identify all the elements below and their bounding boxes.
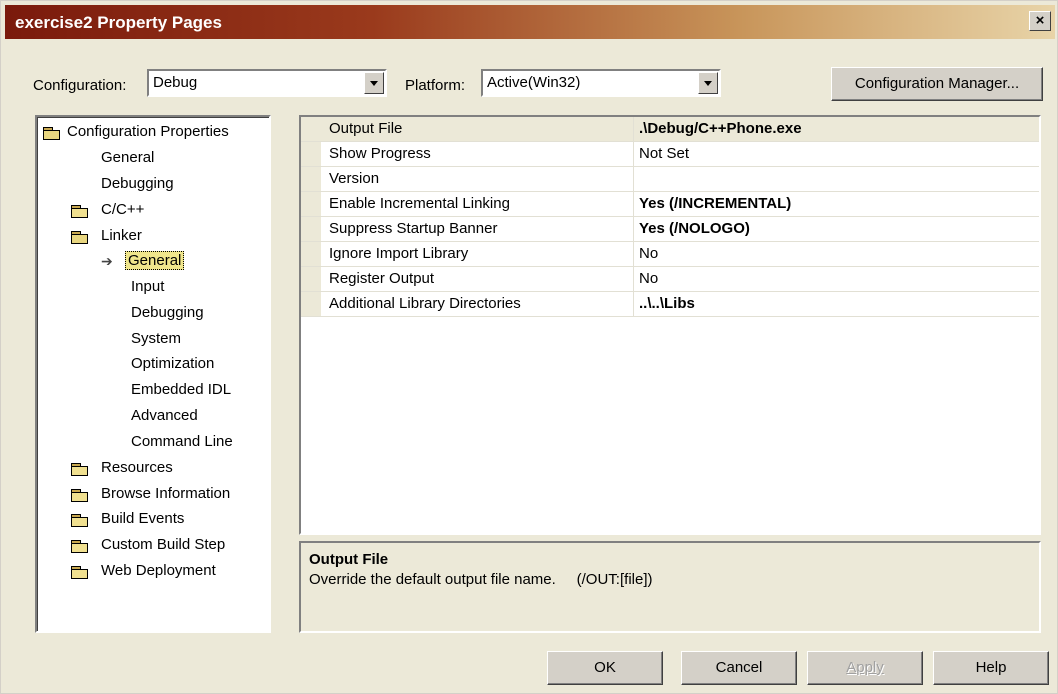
- property-value[interactable]: Not Set: [639, 145, 689, 162]
- property-row[interactable]: Register Output No: [301, 267, 1039, 292]
- tree-item-linker-debugging[interactable]: Debugging: [131, 304, 204, 321]
- tree-item-configuration-properties[interactable]: Configuration Properties: [67, 123, 229, 140]
- description-text: Override the default output file name. (…: [309, 571, 653, 588]
- help-label: Help: [975, 659, 1007, 676]
- close-button[interactable]: ×: [1029, 11, 1051, 31]
- apply-label: Apply: [846, 659, 884, 676]
- cancel-button[interactable]: Cancel: [681, 651, 797, 685]
- property-name: Output File: [329, 120, 403, 137]
- property-row[interactable]: Suppress Startup Banner Yes (/NOLOGO): [301, 217, 1039, 242]
- configuration-label: Configuration:: [33, 77, 127, 94]
- tree-item-cpp[interactable]: C/C++: [101, 201, 144, 218]
- configuration-select[interactable]: Debug: [147, 69, 387, 97]
- property-name: Version: [329, 170, 380, 187]
- folder-open-icon: [43, 127, 61, 140]
- tree-item-advanced[interactable]: Advanced: [131, 407, 198, 424]
- tree-item-linker[interactable]: Linker: [101, 227, 142, 244]
- property-name: Suppress Startup Banner: [329, 220, 498, 237]
- configuration-manager-button[interactable]: Configuration Manager...: [831, 67, 1043, 101]
- tree-item-input[interactable]: Input: [131, 278, 164, 295]
- property-name: Enable Incremental Linking: [329, 195, 510, 212]
- tree-item-optimization[interactable]: Optimization: [131, 355, 214, 372]
- folder-icon: [71, 514, 89, 527]
- property-pages-dialog: exercise2 Property Pages × Configuration…: [0, 0, 1058, 694]
- tree-item-resources[interactable]: Resources: [101, 459, 173, 476]
- property-value[interactable]: .\Debug/C++Phone.exe: [639, 120, 802, 137]
- arrow-right-icon: ➔: [101, 253, 113, 269]
- cancel-label: Cancel: [715, 659, 763, 676]
- title-bar[interactable]: exercise2 Property Pages ×: [5, 5, 1055, 39]
- property-value[interactable]: Yes (/INCREMENTAL): [639, 195, 791, 212]
- property-name: Show Progress: [329, 145, 431, 162]
- folder-icon: [71, 540, 89, 553]
- property-row[interactable]: Ignore Import Library No: [301, 242, 1039, 267]
- tree-item-custom-build-step[interactable]: Custom Build Step: [101, 536, 225, 553]
- chevron-down-icon[interactable]: [364, 72, 384, 94]
- tree-item-system[interactable]: System: [131, 330, 181, 347]
- tree-item-general[interactable]: General: [101, 149, 154, 166]
- description-title: Output File: [309, 551, 389, 568]
- tree-item-linker-general[interactable]: General: [125, 251, 185, 270]
- configuration-value: Debug: [153, 74, 198, 91]
- configuration-manager-label: Configuration Manager...: [854, 75, 1020, 92]
- platform-select[interactable]: Active(Win32): [481, 69, 721, 97]
- property-tree[interactable]: Configuration Properties General Debuggi…: [35, 115, 271, 633]
- tree-item-debugging[interactable]: Debugging: [101, 175, 174, 192]
- property-row[interactable]: Version: [301, 167, 1039, 192]
- property-value[interactable]: No: [639, 270, 658, 287]
- property-name: Register Output: [329, 270, 435, 287]
- close-icon: ×: [1035, 12, 1045, 29]
- tree-item-command-line[interactable]: Command Line: [131, 433, 233, 450]
- property-row[interactable]: Enable Incremental Linking Yes (/INCREME…: [301, 192, 1039, 217]
- platform-label: Platform:: [405, 77, 466, 94]
- property-row[interactable]: Show Progress Not Set: [301, 142, 1039, 167]
- ok-label: OK: [594, 659, 616, 676]
- property-row[interactable]: Additional Library Directories ..\..\Lib…: [301, 292, 1039, 317]
- tree-item-build-events[interactable]: Build Events: [101, 510, 184, 527]
- description-panel: Output File Override the default output …: [299, 541, 1041, 633]
- folder-icon: [71, 463, 89, 476]
- ok-button[interactable]: OK: [547, 651, 663, 685]
- property-value[interactable]: ..\..\Libs: [639, 295, 695, 312]
- folder-open-icon: [71, 231, 89, 244]
- platform-value: Active(Win32): [487, 74, 581, 91]
- tree-item-web-deployment[interactable]: Web Deployment: [101, 562, 216, 579]
- property-name: Additional Library Directories: [329, 295, 521, 312]
- folder-icon: [71, 489, 89, 502]
- property-value[interactable]: No: [639, 245, 658, 262]
- property-row[interactable]: Output File .\Debug/C++Phone.exe: [301, 117, 1039, 142]
- tree-item-embedded-idl[interactable]: Embedded IDL: [131, 381, 231, 398]
- tree-item-browse-information[interactable]: Browse Information: [101, 485, 230, 502]
- property-value[interactable]: Yes (/NOLOGO): [639, 220, 750, 237]
- folder-icon: [71, 205, 89, 218]
- help-button[interactable]: Help: [933, 651, 1049, 685]
- apply-button[interactable]: Apply: [807, 651, 923, 685]
- property-grid[interactable]: Output File .\Debug/C++Phone.exe Show Pr…: [299, 115, 1041, 535]
- chevron-down-icon[interactable]: [698, 72, 718, 94]
- window-title: exercise2 Property Pages: [15, 13, 222, 32]
- property-name: Ignore Import Library: [329, 245, 469, 262]
- folder-icon: [71, 566, 89, 579]
